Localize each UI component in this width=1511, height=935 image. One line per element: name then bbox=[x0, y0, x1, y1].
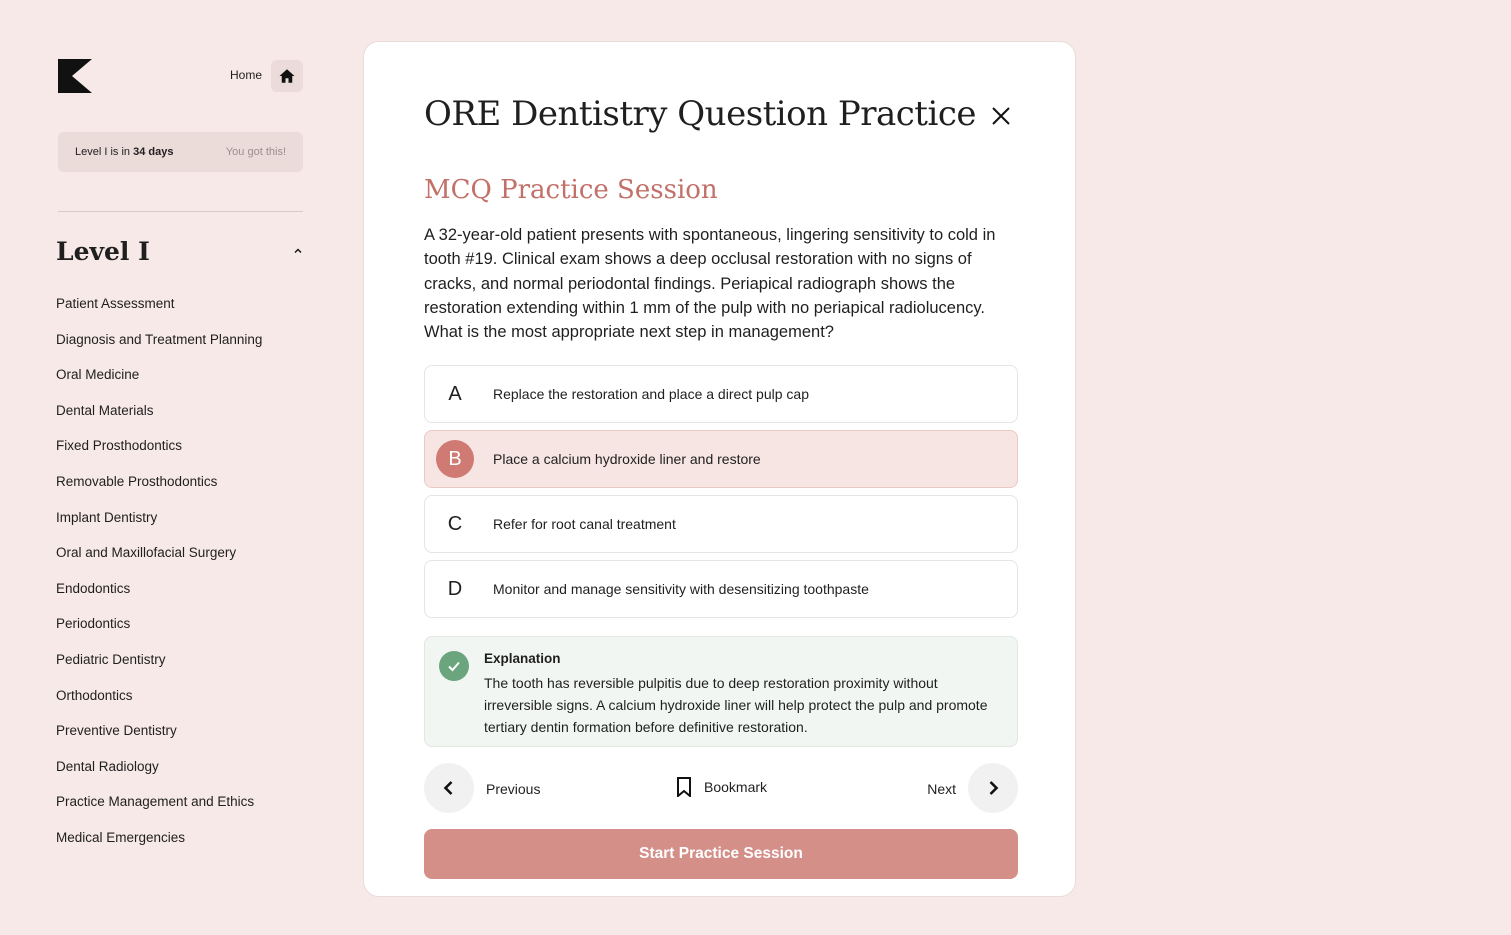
option-text: Refer for root canal treatment bbox=[493, 516, 676, 532]
sidebar-topbar: Home bbox=[56, 56, 303, 94]
topic-item[interactable]: Removable Prosthodontics bbox=[56, 472, 262, 508]
topic-item[interactable]: Periodontics bbox=[56, 614, 262, 650]
sidebar-divider bbox=[58, 211, 303, 212]
page-title: ORE Dentistry Question Practice bbox=[424, 94, 977, 134]
bookmark-icon bbox=[677, 777, 691, 797]
home-button[interactable] bbox=[271, 60, 303, 92]
option-c[interactable]: C Refer for root canal treatment bbox=[424, 495, 1018, 553]
question-navigation: Previous Bookmark Next bbox=[424, 763, 1018, 815]
topic-item[interactable]: Pediatric Dentistry bbox=[56, 650, 262, 686]
level-heading[interactable]: Level I bbox=[56, 237, 150, 266]
topic-list: Patient Assessment Diagnosis and Treatme… bbox=[56, 294, 262, 864]
exam-countdown: Level I is in 34 days You got this! bbox=[58, 132, 303, 172]
option-letter: B bbox=[436, 440, 474, 478]
start-practice-button[interactable]: Start Practice Session bbox=[424, 829, 1018, 879]
previous-button[interactable] bbox=[424, 763, 474, 813]
option-d[interactable]: D Monitor and manage sensitivity with de… bbox=[424, 560, 1018, 618]
home-icon bbox=[279, 69, 295, 83]
topic-item[interactable]: Dental Radiology bbox=[56, 757, 262, 793]
countdown-text: Level I is in 34 days bbox=[75, 146, 173, 158]
topic-item[interactable]: Practice Management and Ethics bbox=[56, 792, 262, 828]
check-icon bbox=[439, 651, 469, 681]
topic-item[interactable]: Patient Assessment bbox=[56, 294, 262, 330]
session-title: MCQ Practice Session bbox=[424, 175, 718, 205]
topic-item[interactable]: Fixed Prosthodontics bbox=[56, 436, 262, 472]
option-letter: A bbox=[448, 382, 462, 405]
chevron-right-icon bbox=[989, 781, 999, 795]
option-text: Place a calcium hydroxide liner and rest… bbox=[493, 451, 761, 467]
topic-item[interactable]: Oral Medicine bbox=[56, 365, 262, 401]
option-letter: D bbox=[447, 577, 463, 600]
answer-options: A Replace the restoration and place a di… bbox=[424, 365, 1018, 625]
option-text: Replace the restoration and place a dire… bbox=[493, 386, 809, 402]
countdown-days: 34 days bbox=[133, 146, 174, 158]
sidebar: Home Level I is in 34 days You got this!… bbox=[56, 56, 303, 845]
countdown-prefix: Level I is in bbox=[75, 146, 131, 158]
explanation-panel: Explanation The tooth has reversible pul… bbox=[424, 636, 1018, 747]
next-button[interactable] bbox=[968, 763, 1018, 813]
question-text: A 32-year-old patient presents with spon… bbox=[424, 226, 996, 342]
topic-item[interactable]: Diagnosis and Treatment Planning bbox=[56, 330, 262, 366]
close-icon[interactable] bbox=[990, 105, 1012, 127]
explanation-text: The tooth has reversible pulpitis due to… bbox=[484, 675, 988, 735]
topic-item[interactable]: Orthodontics bbox=[56, 686, 262, 722]
option-text: Monitor and manage sensitivity with dese… bbox=[493, 581, 869, 597]
next-label[interactable]: Next bbox=[927, 781, 956, 797]
home-link[interactable]: Home bbox=[230, 68, 262, 82]
topic-item[interactable]: Implant Dentistry bbox=[56, 508, 262, 544]
topic-item[interactable]: Endodontics bbox=[56, 579, 262, 615]
topic-item[interactable]: Preventive Dentistry bbox=[56, 721, 262, 757]
chevron-left-icon bbox=[443, 781, 453, 795]
bookmark-button[interactable]: Bookmark bbox=[676, 777, 767, 797]
previous-label[interactable]: Previous bbox=[486, 781, 540, 797]
chevron-up-icon[interactable] bbox=[294, 247, 302, 255]
option-letter: C bbox=[447, 512, 463, 535]
option-b[interactable]: B Place a calcium hydroxide liner and re… bbox=[424, 430, 1018, 488]
logo-icon[interactable] bbox=[58, 59, 92, 93]
topic-item[interactable]: Medical Emergencies bbox=[56, 828, 262, 864]
option-a[interactable]: A Replace the restoration and place a di… bbox=[424, 365, 1018, 423]
countdown-encouragement: You got this! bbox=[225, 146, 286, 158]
question-card: ORE Dentistry Question Practice MCQ Prac… bbox=[363, 41, 1076, 897]
topic-item[interactable]: Dental Materials bbox=[56, 401, 262, 437]
topic-item[interactable]: Oral and Maxillofacial Surgery bbox=[56, 543, 262, 579]
bookmark-label: Bookmark bbox=[704, 779, 768, 795]
explanation-title: Explanation bbox=[484, 651, 561, 666]
